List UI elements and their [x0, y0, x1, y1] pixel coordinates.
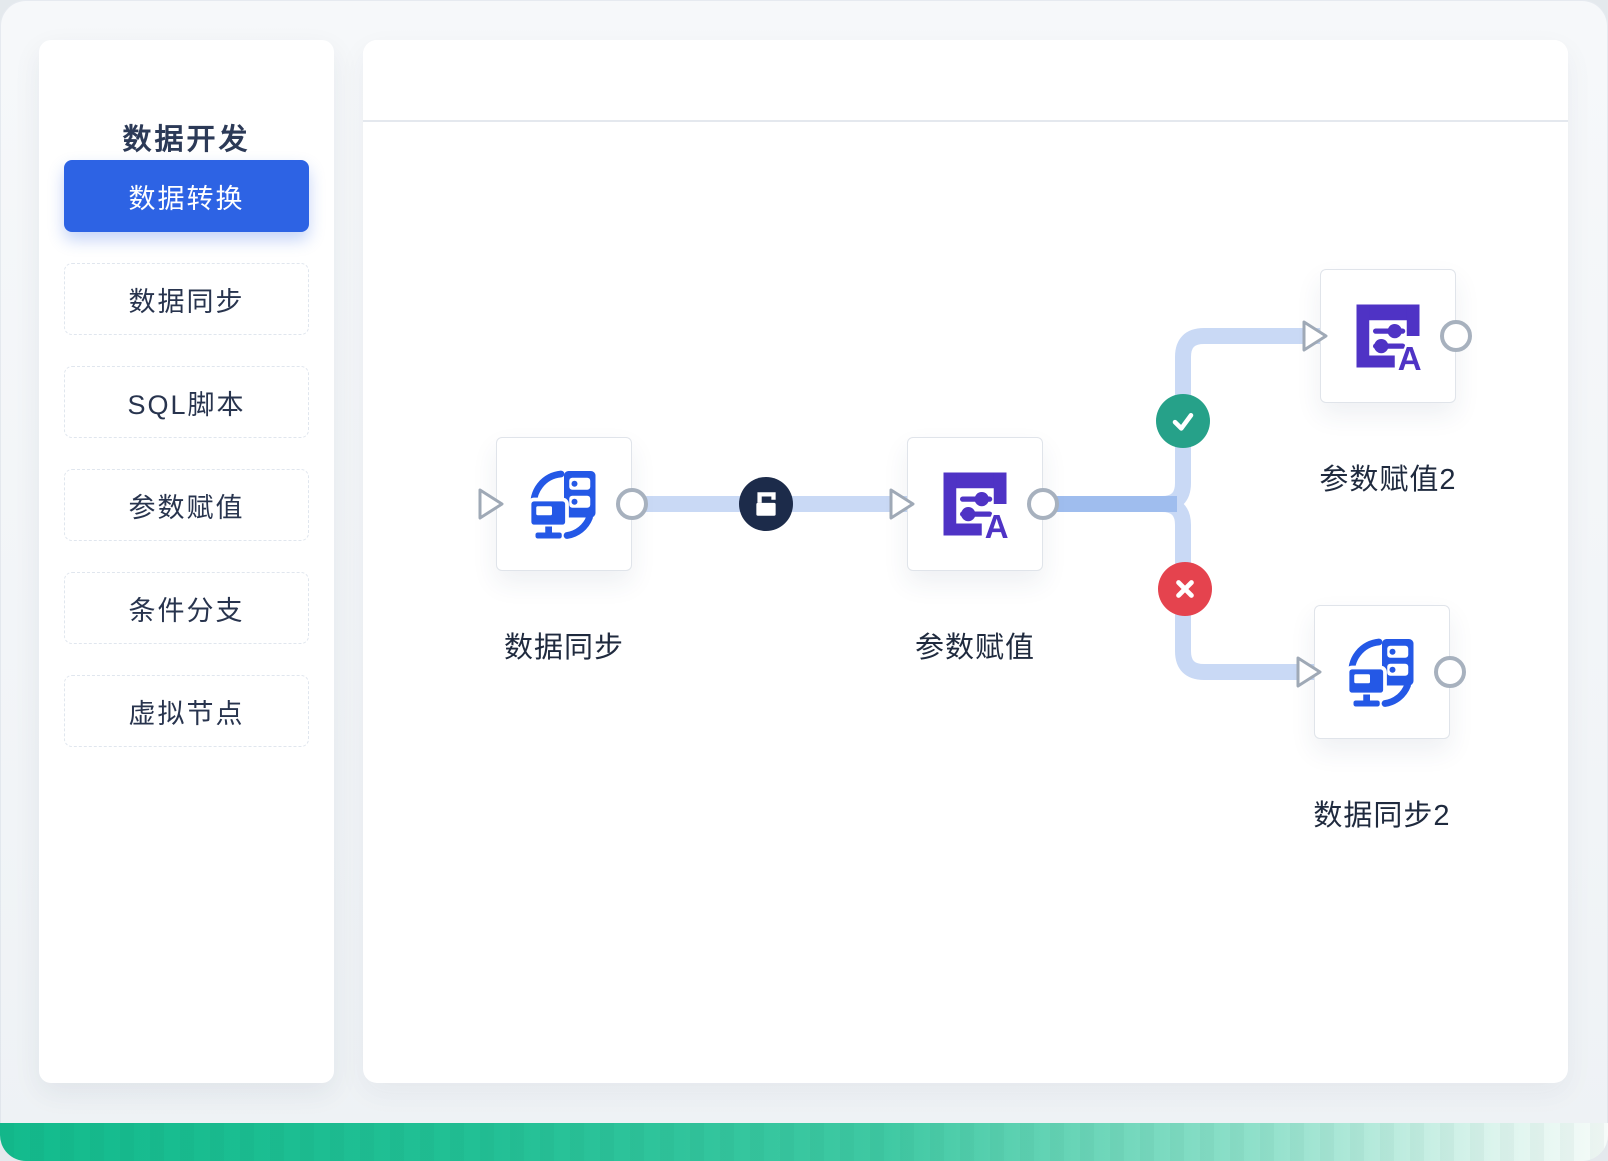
sidebar-item-label: 数据同步: [129, 280, 245, 319]
sidebar-title: 数据开发: [39, 116, 334, 158]
success-check-icon: [1156, 394, 1210, 448]
node-param-assign[interactable]: A: [907, 437, 1043, 571]
input-port-arrow[interactable]: [1302, 320, 1328, 352]
data-sync-icon: [1346, 636, 1418, 708]
param-assign-icon: A: [939, 468, 1011, 540]
node-label: 参数赋值: [845, 624, 1105, 666]
sidebar-item-data-transform[interactable]: 数据转换: [64, 160, 309, 232]
sidebar-item-label: 参数赋值: [129, 486, 245, 525]
output-port[interactable]: [616, 488, 648, 520]
node-label: 数据同步: [434, 624, 694, 666]
output-port[interactable]: [1027, 488, 1059, 520]
input-port-arrow[interactable]: [478, 488, 504, 520]
workflow-canvas-panel: 数据同步: [363, 40, 1568, 1083]
data-sync-icon: [528, 468, 600, 540]
sidebar-item-condition-branch[interactable]: 条件分支: [64, 572, 309, 644]
error-cross-icon: [1158, 562, 1212, 616]
lock-icon[interactable]: [739, 477, 793, 531]
sidebar-item-virtual-node[interactable]: 虚拟节点: [64, 675, 309, 747]
node-data-sync-2[interactable]: [1314, 605, 1450, 739]
node-palette-sidebar: 数据开发 数据转换 数据同步 SQL脚本 参数赋值 条件分支 虚拟节点: [39, 40, 334, 1083]
node-label: 参数赋值2: [1258, 456, 1518, 498]
sidebar-item-label: SQL脚本: [127, 383, 245, 422]
sidebar-item-label: 条件分支: [129, 589, 245, 628]
sidebar-item-sql-script[interactable]: SQL脚本: [64, 366, 309, 438]
node-label: 数据同步2: [1252, 792, 1512, 834]
progress-bar: [0, 1123, 1608, 1161]
app-window: 数据开发 数据转换 数据同步 SQL脚本 参数赋值 条件分支 虚拟节点: [0, 0, 1608, 1161]
workflow-canvas[interactable]: 数据同步: [363, 40, 1568, 1083]
sidebar-item-label: 虚拟节点: [129, 692, 245, 731]
output-port[interactable]: [1434, 656, 1466, 688]
input-port-arrow[interactable]: [1296, 656, 1322, 688]
node-param-assign-2[interactable]: A: [1320, 269, 1456, 403]
sidebar-item-param-assign[interactable]: 参数赋值: [64, 469, 309, 541]
input-port-arrow[interactable]: [889, 488, 915, 520]
output-port[interactable]: [1440, 320, 1472, 352]
svg-text:A: A: [1398, 340, 1422, 372]
node-data-sync[interactable]: [496, 437, 632, 571]
sidebar-item-data-sync[interactable]: 数据同步: [64, 263, 309, 335]
sidebar-item-label: 数据转换: [129, 177, 245, 216]
param-assign-icon: A: [1352, 300, 1424, 372]
svg-text:A: A: [985, 508, 1009, 540]
